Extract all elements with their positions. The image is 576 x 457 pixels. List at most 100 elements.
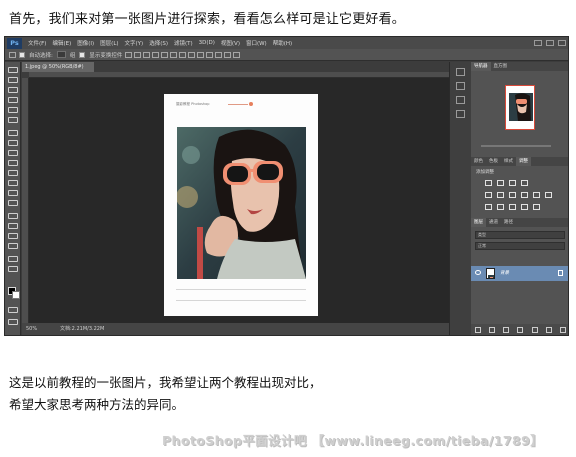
photo-filter-icon[interactable]: [533, 192, 540, 198]
tab-histogram[interactable]: 直方图: [491, 62, 511, 71]
gradient-tool-icon[interactable]: [8, 180, 18, 186]
zoom-tool-icon[interactable]: [8, 266, 18, 272]
character-panel-icon[interactable]: [456, 96, 465, 104]
brightness-contrast-icon[interactable]: [485, 180, 492, 186]
layer-filter-select[interactable]: 类型: [475, 231, 565, 239]
move-tool-icon[interactable]: [9, 51, 16, 58]
new-layer-icon[interactable]: [545, 327, 552, 333]
tab-color[interactable]: 颜色: [471, 157, 486, 166]
tab-styles[interactable]: 样式: [501, 157, 516, 166]
navigator-zoom-slider[interactable]: [481, 145, 551, 147]
tab-swatches[interactable]: 色板: [486, 157, 501, 166]
lasso-tool-icon[interactable]: [8, 87, 18, 93]
posterize-icon[interactable]: [497, 204, 504, 210]
invert-icon[interactable]: [485, 204, 492, 210]
channel-mixer-icon[interactable]: [545, 192, 552, 198]
align-bottom-icon[interactable]: [143, 51, 151, 58]
layer-style-icon[interactable]: [489, 327, 496, 333]
menu-type[interactable]: 文字(Y): [122, 39, 147, 47]
levels-icon[interactable]: [497, 180, 504, 186]
hue-saturation-icon[interactable]: [497, 192, 504, 198]
dodge-tool-icon[interactable]: [8, 200, 18, 206]
menu-select[interactable]: 选择(S): [146, 39, 171, 47]
pen-tool-icon[interactable]: [8, 213, 18, 219]
new-group-icon[interactable]: [531, 327, 538, 333]
eyedropper-tool-icon[interactable]: [8, 117, 18, 123]
distribute-top-icon[interactable]: [179, 51, 187, 58]
show-transform-checkbox[interactable]: [79, 51, 86, 58]
3d-mode-icon[interactable]: [233, 51, 241, 58]
blur-tool-icon[interactable]: [8, 190, 18, 196]
link-layers-icon[interactable]: [475, 327, 482, 333]
align-middle-icon[interactable]: [134, 51, 142, 58]
auto-select-dropdown[interactable]: [56, 51, 66, 58]
distribute-middle-icon[interactable]: [188, 51, 196, 58]
auto-select-checkbox[interactable]: [19, 51, 25, 58]
close-icon[interactable]: [558, 40, 566, 46]
menu-window[interactable]: 窗口(W): [243, 39, 270, 47]
document-info[interactable]: 文档:2.21M/3.22M: [46, 323, 104, 335]
history-brush-tool-icon[interactable]: [8, 160, 18, 166]
gradient-map-icon[interactable]: [521, 204, 528, 210]
type-tool-icon[interactable]: [8, 223, 18, 229]
tab-navigator[interactable]: 导航器: [471, 62, 491, 71]
brush-tool-icon[interactable]: [8, 140, 18, 146]
path-select-tool-icon[interactable]: [8, 233, 18, 239]
menu-image[interactable]: 图像(I): [74, 39, 97, 47]
screen-mode-icon[interactable]: [8, 319, 18, 325]
shape-tool-icon[interactable]: [8, 243, 18, 249]
move-tool-icon[interactable]: [8, 67, 18, 73]
align-left-icon[interactable]: [152, 51, 160, 58]
distribute-left-icon[interactable]: [206, 51, 214, 58]
align-top-icon[interactable]: [125, 51, 133, 58]
align-right-icon[interactable]: [170, 51, 178, 58]
adjustment-layer-icon[interactable]: [517, 327, 524, 333]
layer-row-background[interactable]: 背景: [471, 266, 568, 281]
document-page[interactable]: 摄影教程 Photoshop: [164, 94, 318, 316]
threshold-icon[interactable]: [509, 204, 516, 210]
menu-3d[interactable]: 3D(D): [196, 40, 218, 46]
background-color-swatch[interactable]: [12, 291, 20, 299]
distribute-bottom-icon[interactable]: [197, 51, 205, 58]
clone-stamp-tool-icon[interactable]: [8, 150, 18, 156]
menu-help[interactable]: 帮助(H): [270, 39, 295, 47]
menu-edit[interactable]: 编辑(E): [49, 39, 74, 47]
menu-file[interactable]: 文件(F): [25, 39, 49, 47]
visibility-eye-icon[interactable]: [475, 270, 481, 275]
align-center-icon[interactable]: [161, 51, 169, 58]
outro-text-line-1: 这是以前教程的一张图片，我希望让两个教程出现对比，: [9, 375, 322, 390]
delete-layer-icon[interactable]: [559, 327, 566, 333]
tab-adjustments[interactable]: 调整: [516, 157, 531, 166]
curves-icon[interactable]: [509, 180, 516, 186]
tab-channels[interactable]: 通道: [486, 218, 501, 227]
properties-panel-icon[interactable]: [456, 82, 465, 90]
quick-mask-icon[interactable]: [8, 307, 18, 313]
history-panel-icon[interactable]: [456, 68, 465, 76]
color-balance-icon[interactable]: [509, 192, 516, 198]
document-tab[interactable]: 1.jpeg @ 50%(RGB/8#): [22, 62, 94, 72]
maximize-icon[interactable]: [546, 40, 554, 46]
minimize-icon[interactable]: [534, 40, 542, 46]
exposure-icon[interactable]: [521, 180, 528, 186]
eraser-tool-icon[interactable]: [8, 170, 18, 176]
black-white-icon[interactable]: [521, 192, 528, 198]
menu-filter[interactable]: 滤镜(T): [171, 39, 196, 47]
paragraph-panel-icon[interactable]: [456, 110, 465, 118]
tab-layers[interactable]: 图层: [471, 218, 486, 227]
marquee-tool-icon[interactable]: [8, 77, 18, 83]
blend-mode-select[interactable]: 正常: [475, 242, 565, 250]
distribute-right-icon[interactable]: [224, 51, 232, 58]
layer-mask-icon[interactable]: [503, 327, 510, 333]
navigator-thumbnail[interactable]: [505, 85, 535, 130]
healing-brush-tool-icon[interactable]: [8, 130, 18, 136]
selective-color-icon[interactable]: [533, 204, 540, 210]
crop-tool-icon[interactable]: [8, 107, 18, 113]
distribute-center-icon[interactable]: [215, 51, 223, 58]
menu-layer[interactable]: 图层(L): [97, 39, 121, 47]
quick-select-tool-icon[interactable]: [8, 97, 18, 103]
menu-view[interactable]: 视图(V): [218, 39, 243, 47]
zoom-level[interactable]: 50%: [22, 323, 46, 335]
tab-paths[interactable]: 路径: [501, 218, 516, 227]
hand-tool-icon[interactable]: [8, 256, 18, 262]
vibrance-icon[interactable]: [485, 192, 492, 198]
